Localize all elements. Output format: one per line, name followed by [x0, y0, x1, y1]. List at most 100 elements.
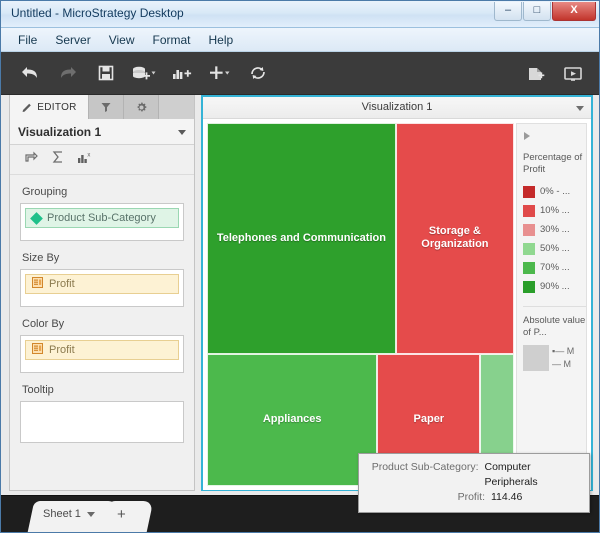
filter-icon — [101, 103, 111, 112]
insert-icon[interactable] — [203, 58, 237, 88]
treemap-chart[interactable]: Telephones and Communication Storage & Or… — [207, 123, 514, 486]
legend-label: 30% ... — [540, 224, 570, 235]
menu-item-format[interactable]: Format — [143, 31, 199, 49]
swap-rows-columns-icon[interactable] — [24, 151, 39, 169]
legend-label: 70% ... — [540, 262, 570, 273]
legend-entry[interactable]: 50% ... — [523, 239, 586, 258]
legend-label: 0% - ... — [540, 186, 571, 197]
tooltip-dropzone[interactable] — [20, 401, 184, 443]
close-button[interactable]: X — [552, 2, 596, 21]
editor-panel: EDITOR Visualization 1 x Grouping Produc… — [9, 95, 195, 491]
chevron-down-icon[interactable] — [576, 106, 584, 111]
editor-tab-bar: EDITOR — [10, 95, 194, 119]
menu-item-help[interactable]: Help — [200, 31, 243, 49]
menu-item-view[interactable]: View — [100, 31, 144, 49]
sheet-tab-content: Sheet 1 — [43, 508, 95, 520]
collapse-legend-icon[interactable] — [524, 132, 531, 140]
legend-swatch — [523, 242, 536, 255]
treemap-tile[interactable]: Appliances — [207, 353, 378, 486]
chip-profit-size[interactable]: Profit — [25, 274, 179, 294]
visualization-selector-value: Visualization 1 — [18, 124, 102, 139]
save-icon[interactable] — [89, 58, 123, 88]
totals-icon[interactable] — [51, 150, 65, 169]
legend-label: 50% ... — [540, 243, 570, 254]
grouping-dropzone[interactable]: Product Sub-Category — [20, 203, 184, 241]
metrics-icon[interactable]: x — [77, 150, 93, 169]
treemap-tile[interactable]: Telephones and Communication — [207, 123, 396, 354]
data-tooltip: Product Sub-Category: Computer Periphera… — [358, 453, 590, 513]
tab-filters[interactable] — [89, 95, 124, 119]
menu-item-server[interactable]: Server — [46, 31, 99, 49]
gear-icon — [137, 101, 146, 112]
chevron-down-icon[interactable] — [86, 511, 95, 517]
visualization-title: Visualization 1 — [361, 101, 433, 113]
chip-product-sub-category[interactable]: Product Sub-Category — [25, 208, 179, 228]
add-visualization-icon[interactable] — [165, 58, 199, 88]
visualization-container: Visualization 1 Telephones and Communica… — [201, 95, 593, 491]
tab-editor[interactable]: EDITOR — [10, 95, 89, 119]
microstrategy-desktop-window: Untitled - MicroStrategy Desktop – □ X F… — [0, 0, 600, 533]
undo-icon[interactable] — [13, 58, 47, 88]
chip-label: Product Sub-Category — [47, 212, 156, 224]
legend-entry[interactable]: 30% ... — [523, 220, 586, 239]
redo-icon[interactable] — [51, 58, 85, 88]
window-controls: – □ X — [494, 2, 596, 21]
legend-swatch — [523, 204, 536, 217]
add-sheet-tab[interactable] — [100, 501, 154, 532]
section-grouping: Grouping Product Sub-Category — [10, 175, 194, 241]
pencil-icon — [22, 103, 32, 112]
svg-text:x: x — [87, 153, 90, 159]
size-legend-labels: ▪— M — M — [552, 345, 574, 371]
refresh-icon[interactable] — [241, 58, 275, 88]
legend-entry[interactable]: 10% ... — [523, 201, 586, 220]
visualization-header: Visualization 1 — [203, 97, 591, 119]
legend-swatch — [523, 185, 536, 198]
section-color-by: Color By Profit — [10, 307, 194, 373]
maximize-button[interactable]: □ — [523, 2, 551, 21]
sheet-tab-label: Sheet 1 — [43, 508, 81, 520]
legend-label: 10% ... — [540, 205, 570, 216]
metric-icon — [32, 343, 43, 357]
size-by-dropzone[interactable]: Profit — [20, 269, 184, 307]
treemap-tile[interactable]: Storage & Organization — [395, 123, 514, 354]
tooltip-value: Computer Peripherals — [484, 461, 538, 488]
section-color-by-title: Color By — [22, 318, 65, 330]
legend-panel: Percentage of Profit 0% - ... 10% ... 30% … — [516, 123, 587, 486]
section-tooltip: Tooltip — [10, 373, 194, 443]
toolbar-right-group — [519, 52, 595, 95]
tab-properties[interactable] — [124, 95, 159, 119]
legend-entry[interactable]: 70% ... — [523, 258, 586, 277]
tooltip-row: Profit: 114.46 — [367, 490, 581, 505]
metric-icon — [32, 277, 43, 291]
chip-profit-color[interactable]: Profit — [25, 340, 179, 360]
tooltip-key: Product Sub-Category: — [371, 461, 479, 473]
visualization-selector[interactable]: Visualization 1 — [10, 119, 194, 145]
size-legend-swatch-group: ▪— M — M — [523, 345, 586, 371]
minimize-button[interactable]: – — [494, 2, 522, 21]
window-title: Untitled - MicroStrategy Desktop — [11, 6, 184, 20]
chevron-down-icon[interactable] — [178, 130, 186, 135]
workspace: EDITOR Visualization 1 x Grouping Produc… — [1, 95, 599, 498]
add-sheet-label[interactable]: + — [117, 506, 126, 523]
section-size-by: Size By Profit — [10, 241, 194, 307]
legend-swatch — [523, 261, 536, 274]
tab-editor-label: EDITOR — [37, 101, 77, 113]
size-legend-label-min: — M — [552, 359, 572, 369]
legend-swatch — [523, 280, 536, 293]
section-size-by-title: Size By — [22, 252, 60, 264]
legend-swatch — [523, 223, 536, 236]
size-legend-swatch — [523, 345, 550, 371]
main-toolbar — [1, 52, 599, 95]
menu-item-file[interactable]: File — [9, 31, 46, 49]
section-grouping-title: Grouping — [22, 186, 68, 198]
add-data-icon[interactable] — [127, 58, 161, 88]
section-tooltip-title: Tooltip — [22, 384, 54, 396]
add-filter-icon[interactable] — [519, 59, 553, 89]
tooltip-value: 114.46 — [491, 491, 523, 503]
presentation-mode-icon[interactable] — [557, 59, 591, 89]
legend-entry[interactable]: 0% - ... — [523, 182, 586, 201]
color-by-dropzone[interactable]: Profit — [20, 335, 184, 373]
legend-entry[interactable]: 90% ... — [523, 277, 586, 296]
title-bar: Untitled - MicroStrategy Desktop – □ X — [1, 1, 599, 28]
chip-label: Profit — [49, 278, 75, 290]
